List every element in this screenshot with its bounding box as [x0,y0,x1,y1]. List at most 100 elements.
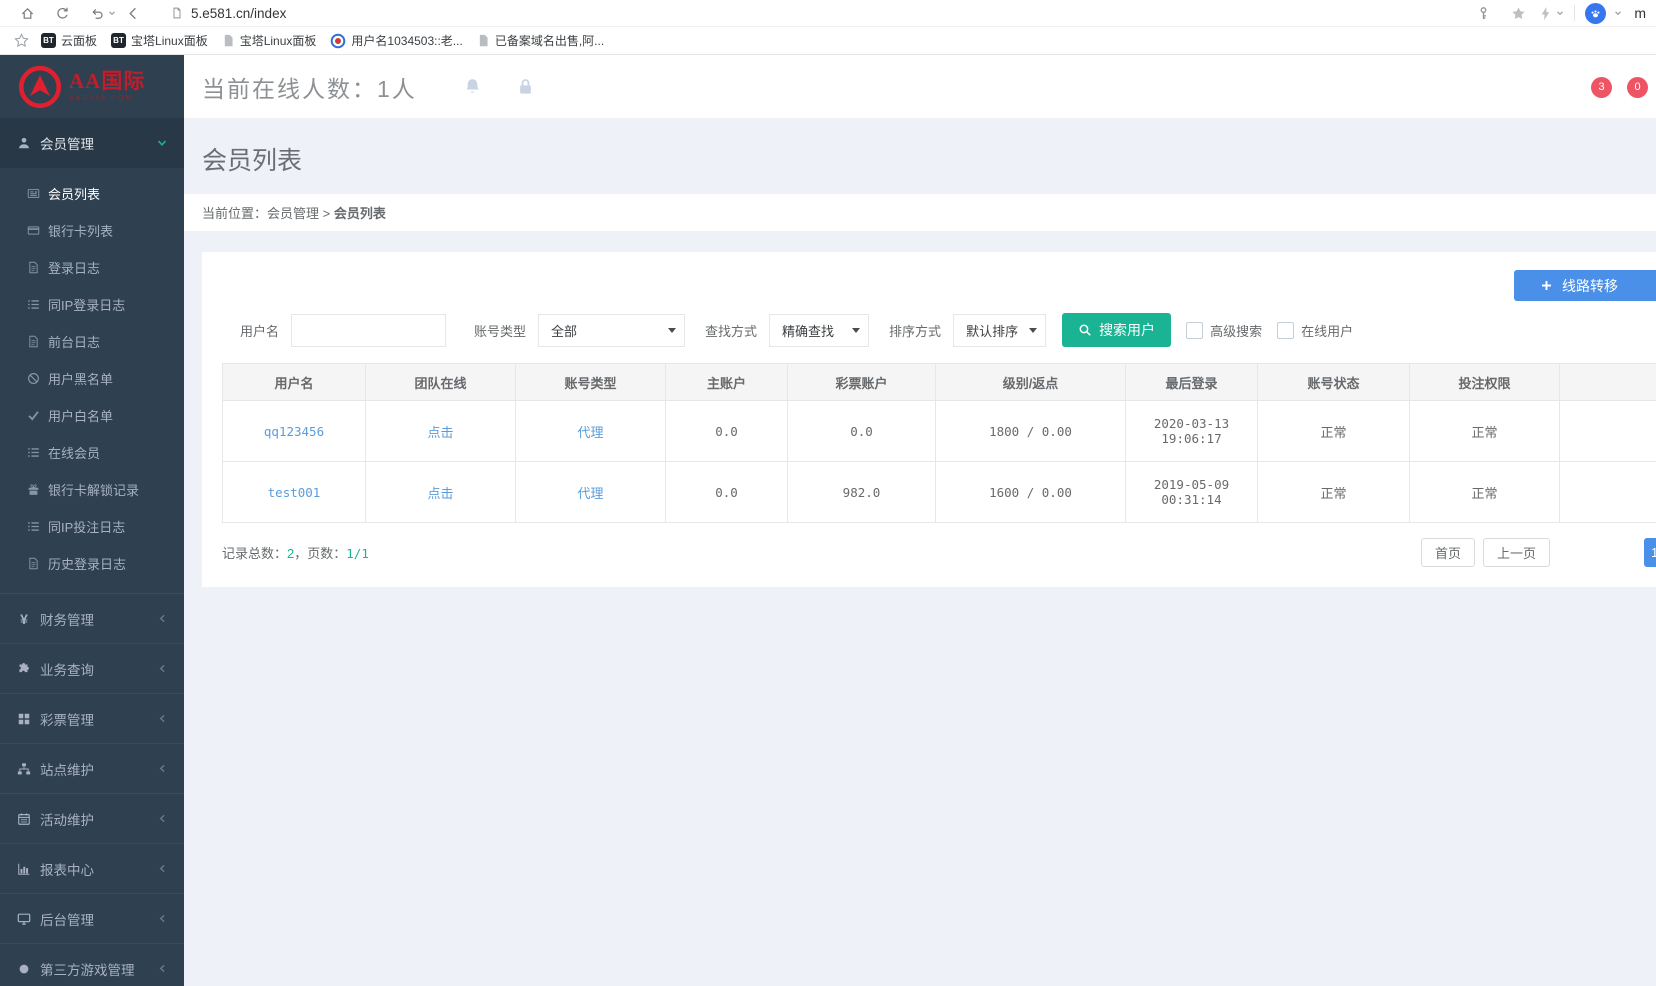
sidebar-group-label: 后台管理 [40,912,94,928]
sidebar-item-user-blacklist[interactable]: 用户黑名单 [0,360,184,397]
sidebar-group-backend-management[interactable]: 后台管理 [0,893,184,943]
sidebar-item-bank-card-unlock-log[interactable]: 银行卡解锁记录 [0,471,184,508]
account-status-cell: 正常 [1257,461,1410,523]
sidebar-group-lottery-management[interactable]: 彩票管理 [0,693,184,743]
sort-mode-select[interactable]: 默认排序 [953,313,1047,347]
sidebar-group-finance[interactable]: ¥ 财务管理 [0,593,184,643]
lottery-balance-cell: 982.0 [787,461,936,523]
member-list-card: 线路转移 用户名 账号类型 全部 查找方式 精确查找 排序方式 默认排序 搜索用… [202,252,1656,587]
gift-icon [27,483,40,496]
search-mode-select[interactable]: 精确查找 [769,313,870,347]
back-chevron-icon[interactable] [126,6,141,21]
lock-icon[interactable] [516,77,535,96]
plus-icon [1542,281,1551,290]
sidebar-item-label: 在线会员 [48,446,101,461]
sidebar-group-site-maintenance[interactable]: 站点维护 [0,743,184,793]
circle-icon [17,962,31,976]
bt-panel-icon: BT [111,33,127,48]
sidebar-item-label: 同IP投注日志 [48,520,126,535]
bell-icon[interactable] [463,77,482,96]
advanced-search-checkbox[interactable] [1186,321,1204,339]
chevron-left-icon [158,714,167,723]
prev-page-button[interactable]: 上一页 [1482,538,1550,567]
table-row: test001 点击 代理 0.0 982.0 1600 / 0.00 2019… [222,461,1656,523]
sidebar-item-label: 前台日志 [48,335,101,350]
avatar-paw-icon[interactable] [1585,2,1607,24]
bookmark-star-icon[interactable] [14,33,29,48]
sidebar-item-online-members[interactable]: 在线会员 [0,434,184,471]
main-balance-cell: 0.0 [665,461,788,523]
online-users-checkbox[interactable] [1277,321,1295,339]
chevron-left-icon [158,614,167,623]
password-key-icon[interactable] [1476,6,1491,21]
sidebar-group-report-center[interactable]: 报表中心 [0,843,184,893]
col-last-login: 最后登录 [1125,363,1258,401]
username-link[interactable]: test001 [268,485,321,500]
team-online-link[interactable]: 点击 [427,486,453,501]
account-status-cell: 正常 [1257,400,1410,462]
sidebar-group-label: 站点维护 [40,762,94,778]
breadcrumb-prefix: 当前位置： [202,206,268,221]
newspaper-icon [27,187,40,200]
home-icon[interactable] [20,6,35,21]
username-link[interactable]: qq123456 [264,424,324,439]
undo-icon [90,6,105,21]
page-title: 会员列表 [202,147,303,175]
address-bar[interactable]: 5.e581.cn/index [191,6,286,21]
sidebar-group-member-management[interactable]: 会员管理 [0,118,184,168]
desktop-icon [17,912,31,926]
sidebar-group-third-party-games[interactable]: 第三方游戏管理 [0,943,184,986]
account-type-select[interactable]: 全部 [538,313,686,347]
bookmark-item[interactable]: 用户名1034503::老... [330,32,463,49]
bt-panel-icon: BT [41,33,56,48]
team-online-link[interactable]: 点击 [427,425,453,440]
chevron-left-icon [158,864,167,873]
bookmark-item[interactable]: 宝塔Linux面板 [222,32,316,49]
brand-name: AA国际 [69,69,146,93]
extra-cell [1559,461,1656,523]
sidebar-group-business-query[interactable]: 业务查询 [0,643,184,693]
brand-tagline: AAGJ58.COM [69,95,134,102]
breadcrumb-current: 会员列表 [333,206,386,221]
sidebar-group-label: 会员管理 [40,137,94,152]
bar-chart-icon [17,862,31,876]
page-content: 会员列表 当前位置：会员管理 > 会员列表 线路转移 用户名 账号类型 全部 查… [184,118,1656,986]
col-extra [1559,363,1656,401]
col-level-rebate: 级别/返点 [935,363,1126,401]
line-transfer-button[interactable]: 线路转移 [1514,270,1656,301]
sidebar-item-frontend-log[interactable]: 前台日志 [0,323,184,360]
sidebar-item-login-log[interactable]: 登录日志 [0,249,184,286]
col-main-balance: 主账户 [665,363,788,401]
first-page-button[interactable]: 首页 [1420,538,1475,567]
flash-icon[interactable] [1538,6,1553,21]
sidebar-item-member-list[interactable]: 会员列表 [0,175,184,212]
account-type-link[interactable]: 代理 [577,486,603,501]
undo-button[interactable] [80,6,116,21]
username-label: 用户名 [240,323,280,339]
profile-chevron-icon[interactable] [1614,9,1622,17]
refresh-icon[interactable] [55,6,70,21]
browser-chrome: 5.e581.cn/index m BT 云面板 BT 宝塔Linux面板 宝塔… [0,0,1656,55]
username-input[interactable] [291,313,447,347]
sidebar-item-same-ip-login-log[interactable]: 同IP登录日志 [0,286,184,323]
extensions-caret-icon[interactable] [1556,9,1564,17]
pagination: 首页 上一页 [1420,538,1550,567]
select-caret-icon [1029,327,1038,333]
sidebar-group-label: 报表中心 [40,862,94,878]
bookmark-item[interactable]: BT 宝塔Linux面板 [111,32,208,49]
file-icon [27,557,40,570]
bookmark-item[interactable]: 已备案域名出售,阿... [477,32,604,49]
sidebar-submenu: 会员列表 银行卡列表 登录日志 同IP登录日志 前台日志 用户黑名单 用户白名单… [0,168,184,593]
sidebar-item-same-ip-bet-log[interactable]: 同IP投注日志 [0,508,184,545]
account-type-link[interactable]: 代理 [577,425,603,440]
search-users-button[interactable]: 搜索用户 [1062,313,1172,347]
favorites-star-icon[interactable] [1511,6,1526,21]
bookmark-item[interactable]: BT 云面板 [41,32,97,49]
sidebar-item-bank-card-list[interactable]: 银行卡列表 [0,212,184,249]
sidebar-item-history-login-log[interactable]: 历史登录日志 [0,545,184,582]
chevron-left-icon [158,764,167,773]
profile-name[interactable]: m [1634,5,1646,21]
sidebar-group-activity-maintenance[interactable]: 活动维护 [0,793,184,843]
sidebar-item-user-whitelist[interactable]: 用户白名单 [0,397,184,434]
page-1-button[interactable]: 1 [1644,538,1656,567]
